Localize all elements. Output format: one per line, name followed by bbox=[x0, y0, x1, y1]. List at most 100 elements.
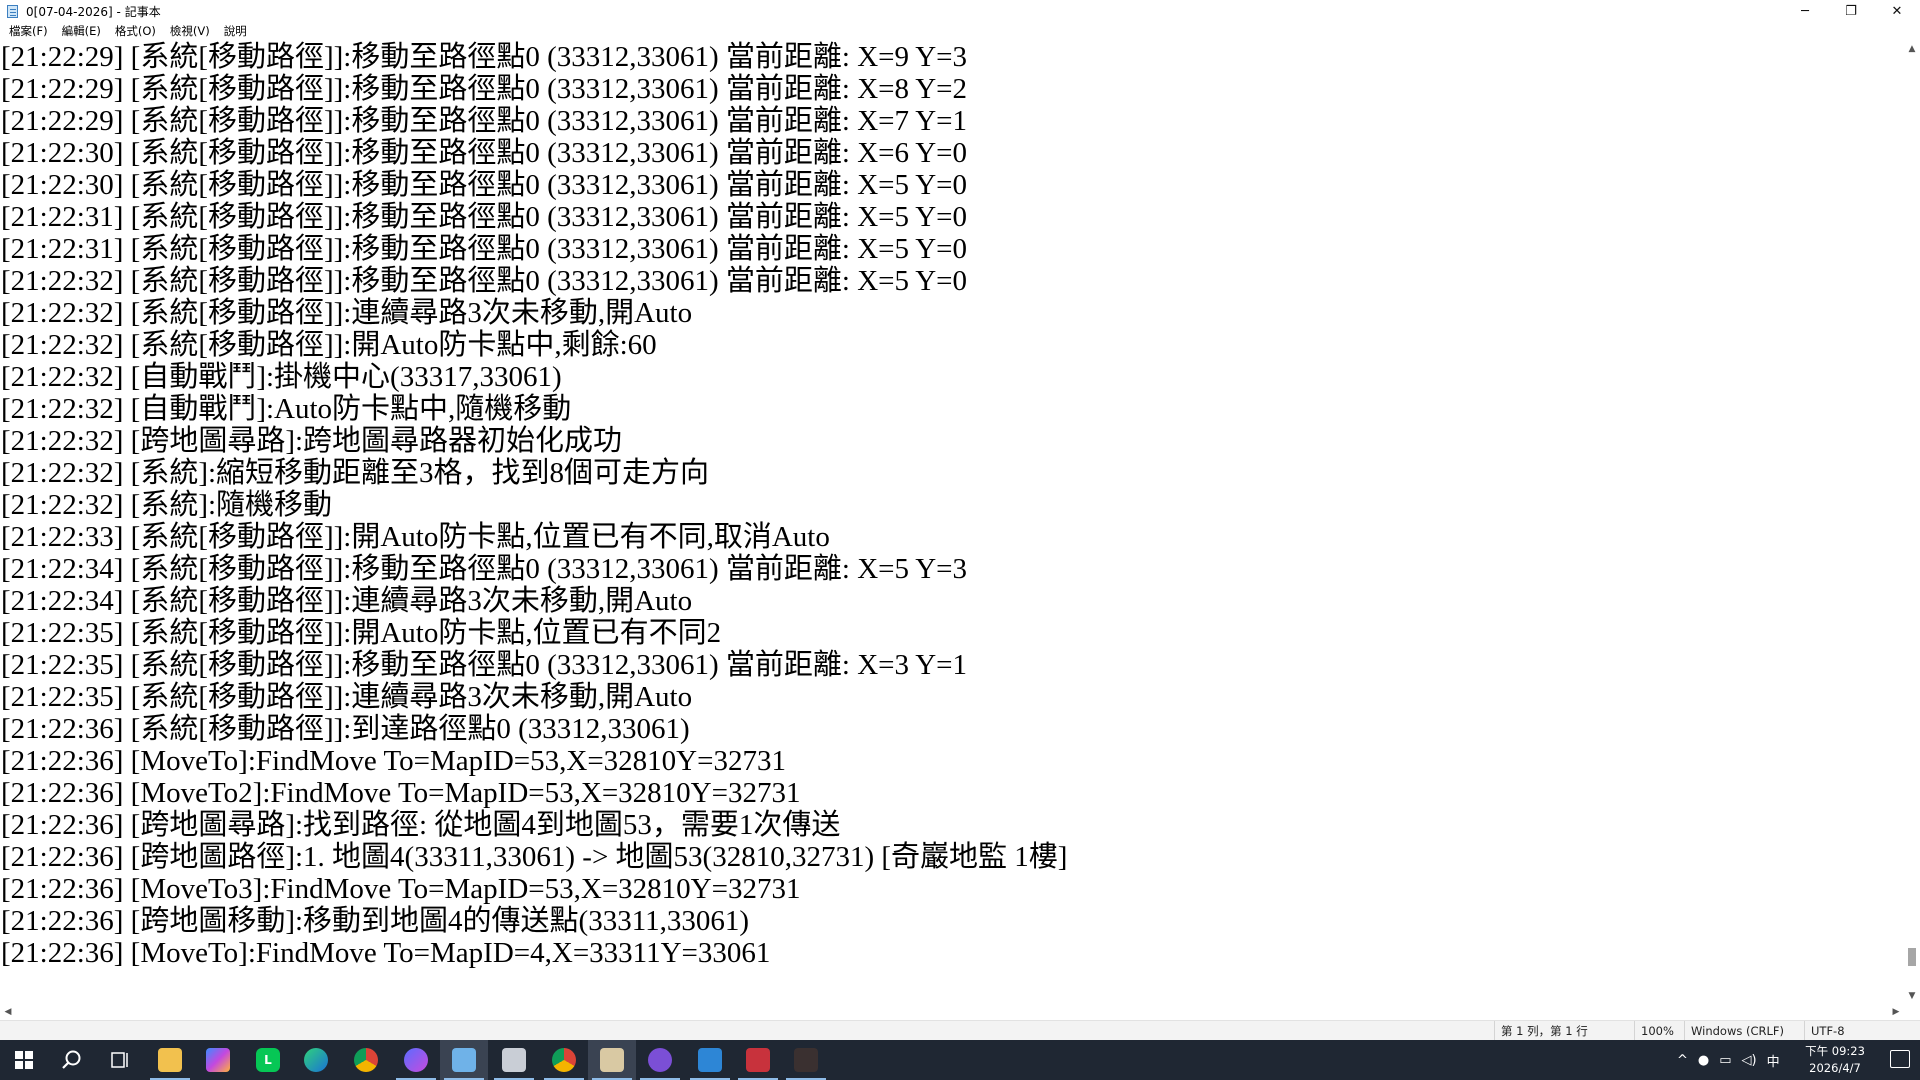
log-line: [21:22:36] [MoveTo]:FindMove To=MapID=53… bbox=[1, 745, 786, 777]
menu-help[interactable]: 說明 bbox=[217, 22, 254, 41]
taskbar-clock[interactable]: 下午 09:23 2026/4/7 bbox=[1800, 1043, 1870, 1077]
cursor-position: 第 1 列，第 1 行 bbox=[1494, 1021, 1634, 1041]
log-line: [21:22:35] [系統[移動路徑]]:開Auto防卡點,位置已有不同2 bbox=[1, 617, 722, 649]
log-line: [21:22:36] [跨地圖移動]:移動到地圖4的傳送點(33311,3306… bbox=[1, 905, 750, 937]
log-line: [21:22:31] [系統[移動路徑]]:移動至路徑點0 (33312,330… bbox=[1, 233, 968, 265]
log-line: [21:22:32] [系統[移動路徑]]:連續尋路3次未移動,開Auto bbox=[1, 297, 693, 329]
search-button[interactable] bbox=[48, 1040, 96, 1080]
taskbar-dark-app[interactable] bbox=[782, 1040, 830, 1080]
system-tray: ^ ● ▭ ◁) 中 bbox=[1672, 1040, 1785, 1080]
vertical-scrollbar[interactable]: ▲ ▼ bbox=[1904, 41, 1920, 1004]
text-editor-area[interactable]: [21:22:29] [系統[移動路徑]]:移動至路徑點0 (33312,330… bbox=[0, 41, 1904, 1004]
notepad-icon bbox=[6, 3, 20, 19]
file-explorer-icon bbox=[158, 1048, 182, 1072]
discord-icon bbox=[648, 1048, 672, 1072]
search-icon bbox=[62, 1050, 81, 1069]
vertical-scroll-thumb[interactable] bbox=[1908, 948, 1916, 966]
network-icon[interactable]: ▭ bbox=[1714, 1053, 1736, 1068]
app-window-icon bbox=[502, 1048, 526, 1072]
log-line: [21:22:36] [MoveTo]:FindMove To=MapID=4,… bbox=[1, 937, 771, 969]
log-line: [21:22:32] [系統[移動路徑]]:開Auto防卡點中,剩餘:60 bbox=[1, 329, 657, 361]
log-line: [21:22:30] [系統[移動路徑]]:移動至路徑點0 (33312,330… bbox=[1, 137, 968, 169]
notification-icon[interactable] bbox=[1890, 1050, 1910, 1068]
clock-date: 2026/4/7 bbox=[1809, 1061, 1861, 1075]
log-line: [21:22:32] [系統]:縮短移動距離至3格，找到8個可走方向 bbox=[1, 457, 710, 489]
scroll-down-arrow-icon[interactable]: ▼ bbox=[1904, 988, 1920, 1004]
copilot-icon bbox=[206, 1048, 230, 1072]
microphone-icon[interactable]: ● bbox=[1693, 1053, 1714, 1068]
chevron-up-icon[interactable]: ^ bbox=[1672, 1053, 1693, 1068]
taskbar-notepad[interactable] bbox=[440, 1040, 488, 1080]
scroll-up-arrow-icon[interactable]: ▲ bbox=[1904, 41, 1920, 57]
task-view-button[interactable] bbox=[96, 1040, 144, 1080]
menu-bar: 檔案(F) 編輯(E) 格式(O) 檢視(V) 說明 bbox=[0, 22, 1920, 41]
line-ending: Windows (CRLF) bbox=[1684, 1021, 1804, 1041]
taskbar-red-app[interactable] bbox=[734, 1040, 782, 1080]
ime-indicator[interactable]: 中 bbox=[1762, 1051, 1785, 1070]
taskbar-line[interactable]: L bbox=[244, 1040, 292, 1080]
menu-edit[interactable]: 編輯(E) bbox=[55, 22, 108, 41]
log-line: [21:22:29] [系統[移動路徑]]:移動至路徑點0 (33312,330… bbox=[1, 41, 968, 73]
log-line: [21:22:32] [跨地圖尋路]:跨地圖尋路器初始化成功 bbox=[1, 425, 623, 457]
taskbar-discord[interactable] bbox=[636, 1040, 684, 1080]
notepad-icon bbox=[452, 1048, 476, 1072]
log-line: [21:22:34] [系統[移動路徑]]:移動至路徑點0 (33312,330… bbox=[1, 553, 968, 585]
log-line: [21:22:32] [自動戰鬥]:Auto防卡點中,隨機移動 bbox=[1, 393, 572, 425]
red-app-icon bbox=[746, 1048, 770, 1072]
maximize-button[interactable]: ❐ bbox=[1828, 0, 1874, 22]
log-line: [21:22:36] [MoveTo2]:FindMove To=MapID=5… bbox=[1, 777, 801, 809]
log-line: [21:22:32] [自動戰鬥]:掛機中心(33317,33061) bbox=[1, 361, 562, 393]
log-line: [21:22:35] [系統[移動路徑]]:移動至路徑點0 (33312,330… bbox=[1, 649, 968, 681]
taskbar-edge[interactable] bbox=[292, 1040, 340, 1080]
line-icon: L bbox=[256, 1048, 280, 1072]
menu-format[interactable]: 格式(O) bbox=[108, 22, 163, 41]
menu-file[interactable]: 檔案(F) bbox=[2, 22, 55, 41]
log-line: [21:22:33] [系統[移動路徑]]:開Auto防卡點,位置已有不同,取消… bbox=[1, 521, 830, 553]
log-line: [21:22:34] [系統[移動路徑]]:連續尋路3次未移動,開Auto bbox=[1, 585, 693, 617]
task-view-icon bbox=[111, 1052, 128, 1068]
log-line: [21:22:30] [系統[移動路徑]]:移動至路徑點0 (33312,330… bbox=[1, 169, 968, 201]
taskbar-game-client[interactable] bbox=[588, 1040, 636, 1080]
log-line: [21:22:36] [跨地圖路徑]:1. 地圖4(33311,33061) -… bbox=[1, 841, 1068, 873]
window-controls: ─ ❐ ✕ bbox=[1782, 0, 1920, 22]
window-title: 0[07-04-2026] - 記事本 bbox=[26, 4, 161, 19]
messenger-icon bbox=[404, 1048, 428, 1072]
scroll-left-arrow-icon[interactable]: ◀ bbox=[0, 1004, 16, 1020]
title-bar[interactable]: 0[07-04-2026] - 記事本 ─ ❐ ✕ bbox=[0, 0, 1920, 22]
log-line: [21:22:36] [MoveTo3]:FindMove To=MapID=5… bbox=[1, 873, 801, 905]
log-line: [21:22:32] [系統]:隨機移動 bbox=[1, 489, 333, 521]
log-line: [21:22:36] [系統[移動路徑]]:到達路徑點0 (33312,3306… bbox=[1, 713, 690, 745]
taskbar-chrome[interactable] bbox=[342, 1040, 390, 1080]
menu-view[interactable]: 檢視(V) bbox=[163, 22, 217, 41]
taskbar-file-explorer[interactable] bbox=[146, 1040, 194, 1080]
start-icon bbox=[15, 1051, 33, 1069]
status-bar: 第 1 列，第 1 行 100% Windows (CRLF) UTF-8 bbox=[0, 1020, 1920, 1041]
taskbar-copilot[interactable] bbox=[194, 1040, 242, 1080]
game-client-icon bbox=[600, 1048, 624, 1072]
log-line: [21:22:36] [跨地圖尋路]:找到路徑: 從地圖4到地圖53，需要1次傳… bbox=[1, 809, 841, 841]
start-button[interactable] bbox=[0, 1040, 48, 1080]
horizontal-scrollbar[interactable]: ◀ ▶ bbox=[0, 1004, 1920, 1020]
chrome-profile-icon bbox=[552, 1048, 576, 1072]
taskbar-messenger[interactable] bbox=[392, 1040, 440, 1080]
chrome-icon bbox=[354, 1048, 378, 1072]
close-button[interactable]: ✕ bbox=[1874, 0, 1920, 22]
log-line: [21:22:31] [系統[移動路徑]]:移動至路徑點0 (33312,330… bbox=[1, 201, 968, 233]
log-line: [21:22:35] [系統[移動路徑]]:連續尋路3次未移動,開Auto bbox=[1, 681, 693, 713]
encoding: UTF-8 bbox=[1804, 1021, 1904, 1041]
log-line: [21:22:29] [系統[移動路徑]]:移動至路徑點0 (33312,330… bbox=[1, 105, 968, 137]
taskbar: L ^ ● ▭ ◁) 中 下午 09:23 2026/4/7 bbox=[0, 1040, 1920, 1080]
scroll-right-arrow-icon[interactable]: ▶ bbox=[1888, 1004, 1904, 1020]
dark-app-icon bbox=[794, 1048, 818, 1072]
zoom-level: 100% bbox=[1634, 1021, 1684, 1041]
log-line: [21:22:29] [系統[移動路徑]]:移動至路徑點0 (33312,330… bbox=[1, 73, 968, 105]
settings-bot-icon bbox=[698, 1048, 722, 1072]
minimize-button[interactable]: ─ bbox=[1782, 0, 1828, 22]
taskbar-app-window[interactable] bbox=[490, 1040, 538, 1080]
volume-icon[interactable]: ◁) bbox=[1737, 1053, 1762, 1068]
taskbar-chrome-profile[interactable] bbox=[540, 1040, 588, 1080]
taskbar-settings-bot[interactable] bbox=[686, 1040, 734, 1080]
log-line: [21:22:32] [系統[移動路徑]]:移動至路徑點0 (33312,330… bbox=[1, 265, 968, 297]
clock-time: 下午 09:23 bbox=[1805, 1044, 1865, 1058]
edge-icon bbox=[304, 1048, 328, 1072]
